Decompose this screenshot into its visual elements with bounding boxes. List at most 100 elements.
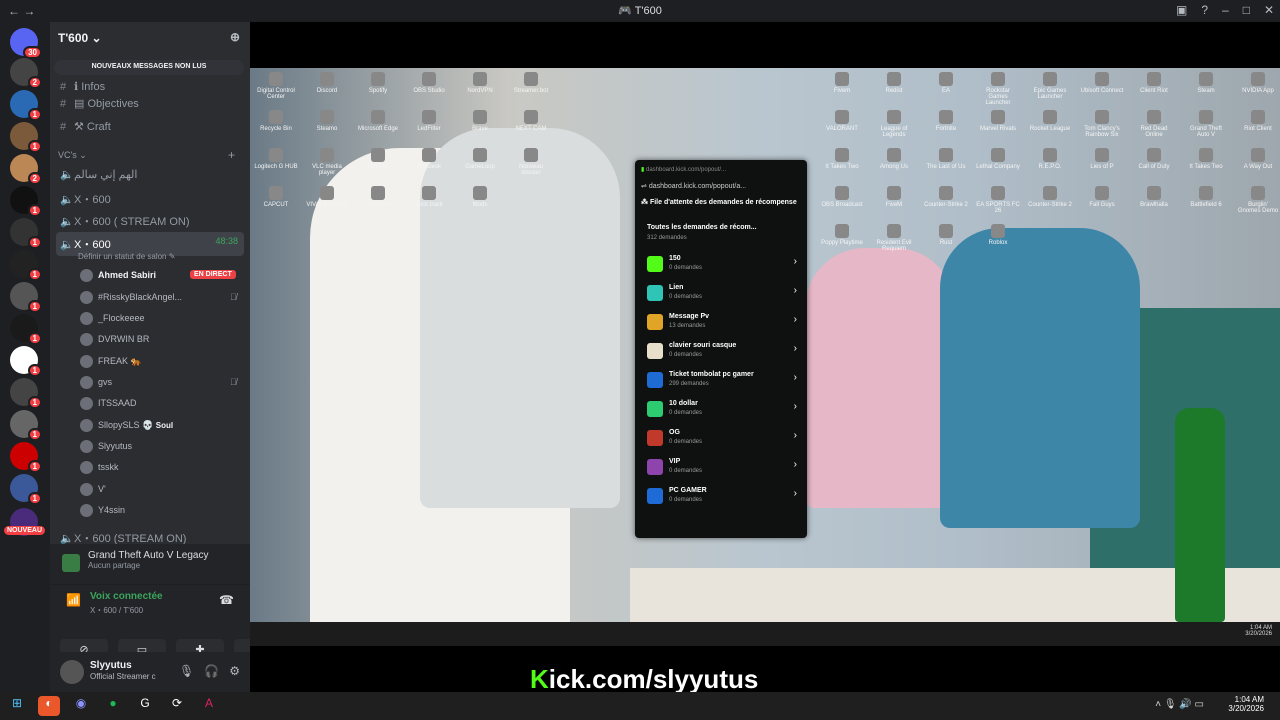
desktop-icon[interactable]: Ubisoft Connect (1080, 72, 1124, 94)
spotify-app-icon[interactable]: ● (102, 696, 124, 716)
desktop-icon[interactable]: Digital Control Center (254, 72, 298, 100)
voice-user[interactable]: ITSSAAD (80, 397, 137, 410)
desktop-icon[interactable]: Burglin' Gnomes Demo (1236, 186, 1280, 214)
desktop-icon[interactable]: LedFilter (407, 110, 451, 132)
desktop-icon[interactable]: CAPCUT (254, 186, 298, 208)
server-icon[interactable]: 1 (10, 378, 42, 409)
reward-row[interactable]: 150 0 demandes › (647, 254, 797, 280)
stream-view[interactable]: Digital Control Center Discord Spotify OBS … (250, 22, 1280, 692)
desktop-icon[interactable]: Fall Guys (1080, 186, 1124, 208)
reward-row[interactable]: Message Pv 13 demandes › (647, 312, 797, 338)
chevron-right-icon[interactable]: › (794, 372, 797, 383)
settings-gear-icon[interactable]: ⚙ (229, 664, 240, 678)
voice-user[interactable]: FREAK 🐅 (80, 355, 142, 368)
reward-row[interactable]: clavier souri casque 0 demandes › (647, 341, 797, 367)
channel-status[interactable]: Définir un statut de salon ✎ (78, 252, 175, 261)
desktop-icon[interactable]: Redist (872, 72, 916, 94)
desktop-icon[interactable]: Riot Client (1236, 110, 1280, 132)
desktop-icon[interactable]: NVIDIA App (1236, 72, 1280, 94)
reward-row[interactable]: 10 dollar 0 demandes › (647, 399, 797, 425)
disconnect-icon[interactable]: ☎ (219, 593, 234, 607)
desktop-icon[interactable]: Fivem (820, 72, 864, 94)
desktop-icon[interactable]: Rocket League (1028, 110, 1072, 132)
desktop-icon[interactable]: Resident Evil Requiem (872, 224, 916, 252)
desktop-icon[interactable]: Rockstar Games Launcher (976, 72, 1020, 106)
desktop-icon[interactable]: VIVALDI TRAIL (305, 186, 349, 208)
desktop-icon[interactable]: It Takes Two (820, 148, 864, 170)
server-icon[interactable]: 1 (10, 410, 42, 441)
voice-user[interactable]: #RisskyBlackAngel... (80, 291, 182, 304)
taskbar-date[interactable]: 3/20/2026 (1228, 704, 1264, 713)
desktop-icon[interactable]: NordVPN (458, 72, 502, 94)
chevron-right-icon[interactable]: › (794, 430, 797, 441)
desktop-icon[interactable]: Among Us (872, 148, 916, 170)
reward-row[interactable]: VIP 0 demandes › (647, 457, 797, 483)
channel-objectives[interactable]: # ▤ Objectives (60, 97, 139, 110)
voice-user[interactable]: Slyyutus (80, 440, 132, 453)
voice-user[interactable]: tsskk (80, 461, 119, 474)
desktop-icon[interactable]: Red Dead Online (1132, 110, 1176, 138)
voice-channel[interactable]: 🔈X・600 ( STREAM ON) (60, 213, 190, 229)
desktop-icon[interactable]: Spotify (356, 72, 400, 94)
chevron-right-icon[interactable]: › (794, 488, 797, 499)
voice-user[interactable]: gvs (80, 376, 112, 389)
microphone-icon[interactable]: 🎙 (179, 664, 194, 678)
category-vcs[interactable]: VC's ⌄ + (58, 148, 235, 162)
desktop-icon[interactable]: Recycle Bin (254, 110, 298, 132)
voice-user[interactable]: Ahmed Sabiri (80, 269, 156, 282)
voice-user[interactable]: _Flockeeee (80, 312, 145, 325)
voice-user[interactable]: SllopySLS 💀 Soul (80, 419, 173, 432)
taskbar-time[interactable]: 1:04 AM (1228, 695, 1264, 704)
server-icon[interactable]: 1 (10, 346, 42, 377)
desktop-icon[interactable]: SoTTAT (356, 148, 400, 170)
desktop-icon[interactable]: VALORANT (820, 110, 864, 132)
desktop-icon[interactable]: League of Legends (872, 110, 916, 138)
reward-row[interactable]: Lien 0 demandes › (647, 283, 797, 309)
close-button[interactable]: ✕ (1264, 3, 1274, 17)
chevron-right-icon[interactable]: › (794, 256, 797, 267)
streamer-app-icon[interactable]: ⟳ (166, 696, 188, 716)
server-icon[interactable]: 1 (10, 218, 42, 249)
chevron-right-icon[interactable]: › (794, 314, 797, 325)
desktop-icon[interactable]: Fortnite (924, 110, 968, 132)
desktop-icon[interactable]: Brawlhalla (1132, 186, 1176, 208)
desktop-icon[interactable]: The Last of Us (924, 148, 968, 170)
voice-channel[interactable]: 🔈الهم إني سالم (60, 168, 137, 181)
desktop-icon[interactable]: Logitech G HUB (254, 148, 298, 170)
guild-header[interactable]: T'600 ⌄ ⊕ (50, 22, 250, 54)
channel-infos[interactable]: # ℹ Infos (60, 80, 105, 93)
add-channel-icon[interactable]: + (228, 148, 235, 162)
reward-row[interactable]: Ticket tombolat pc gamer 299 demandes › (647, 370, 797, 396)
desktop-icon[interactable]: R.E.P.O. (1028, 148, 1072, 170)
desktop-icon[interactable]: Streamer.bot (509, 72, 553, 94)
server-icon[interactable]: 2 (10, 154, 42, 185)
desktop-icon[interactable]: EA SPORTS FC 26 (976, 186, 1020, 214)
desktop-icon[interactable]: AnyDesk (407, 148, 451, 170)
desktop-icon[interactable]: Rust (924, 224, 968, 246)
home-server-icon[interactable]: 30 (10, 28, 42, 59)
voice-status[interactable]: Voix connectée (90, 591, 163, 602)
desktop-icon[interactable]: EA (924, 72, 968, 94)
add-member-icon[interactable]: ⊕ (230, 30, 240, 44)
server-icon[interactable]: 1 (10, 282, 42, 313)
server-icon[interactable]: 1 (10, 122, 42, 153)
kick-popout-window[interactable]: ▮ dashboard.kick.com/popout/... ⇌ dashbo… (635, 160, 807, 538)
desktop-icon[interactable]: It Takes Two (1184, 148, 1228, 170)
desktop-icon[interactable]: Grand Theft Auto V (1184, 110, 1228, 138)
desktop-icon[interactable]: Lethal Company (976, 148, 1020, 170)
server-icon[interactable]: 1 (10, 314, 42, 345)
server-icon[interactable]: 2 (10, 58, 42, 89)
desktop-icon[interactable]: VLC media player (305, 148, 349, 176)
desktop-icon[interactable]: Poppy Playtime (820, 224, 864, 246)
user-avatar[interactable] (60, 660, 84, 684)
voice-user[interactable]: DVRWIN BR (80, 333, 149, 346)
activity-panel[interactable]: Grand Theft Auto V Legacy Aucun partage (50, 544, 250, 584)
all-requests[interactable]: Toutes les demandes de récom... (647, 224, 757, 231)
desktop-icon[interactable]: Epic Games Launcher (1028, 72, 1072, 100)
desktop-icon[interactable]: Client Riot (1132, 72, 1176, 94)
desktop-icon[interactable]: Counter-Strike 2 (1028, 186, 1072, 208)
server-icon[interactable]: 1 (10, 474, 42, 505)
server-icon[interactable]: 1 (10, 90, 42, 121)
obs-app-icon[interactable]: ◐ (38, 696, 60, 716)
desktop-icon[interactable]: Discord (305, 72, 349, 94)
